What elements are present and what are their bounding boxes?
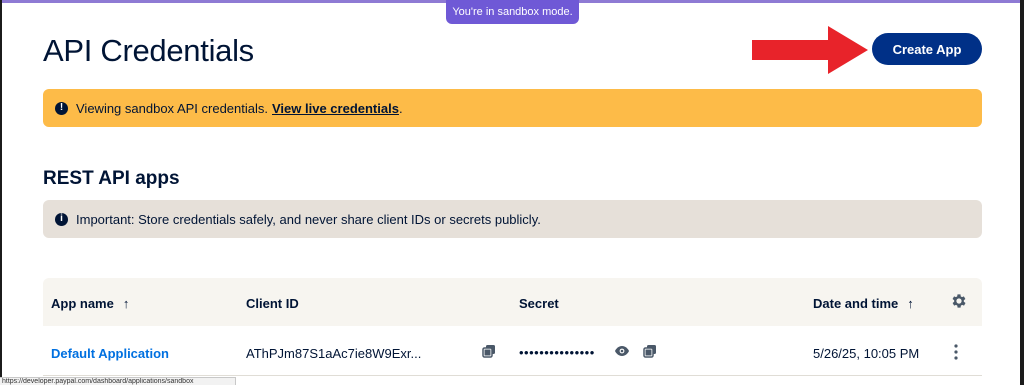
header-app-name[interactable]: App name ↑ (51, 296, 129, 311)
secret-masked-value: ••••••••••••••• (519, 345, 595, 360)
sandbox-mode-text: You're in sandbox mode. (452, 6, 573, 18)
header-app-name-label: App name (51, 296, 114, 311)
copy-icon[interactable] (482, 344, 496, 358)
header-date-time[interactable]: Date and time ↑ (813, 296, 914, 311)
alert-exclamation-icon: ! (55, 101, 68, 115)
kebab-menu-icon[interactable] (954, 344, 958, 360)
sandbox-mode-badge: You're in sandbox mode. (446, 0, 579, 24)
copy-icon[interactable] (643, 344, 657, 358)
sort-up-icon[interactable]: ↑ (123, 296, 130, 311)
view-live-credentials-link[interactable]: View live credentials (272, 101, 399, 116)
date-time-value: 5/26/25, 10:05 PM (813, 346, 920, 361)
window-frame-right (1020, 0, 1024, 385)
header-date-time-label: Date and time (813, 296, 899, 311)
header-secret: Secret (519, 296, 559, 311)
header-client-id: Client ID (246, 296, 299, 311)
window-frame-left (0, 0, 2, 385)
gear-icon[interactable] (950, 292, 968, 310)
info-text: Important: Store credentials safely, and… (76, 211, 541, 227)
page-title: API Credentials (43, 33, 254, 68)
section-title: REST API apps (43, 168, 180, 189)
sandbox-warning-alert: ! Viewing sandbox API credentials. View … (43, 89, 982, 127)
table-header: App name ↑ Client ID Secret Date and time… (43, 278, 982, 326)
info-icon: i (55, 212, 68, 226)
client-id-value: AThPJm87S1aAc7ie8W9Exr... (246, 346, 422, 361)
warning-suffix: . (398, 100, 403, 116)
create-app-label: Create App (892, 41, 962, 57)
important-info-alert: i Important: Store credentials safely, a… (43, 200, 982, 238)
red-arrow-annotation (752, 26, 868, 74)
status-bar-url: https://developer.paypal.com/dashboard/a… (0, 377, 236, 385)
table-row: Default Application AThPJm87S1aAc7ie8W9E… (43, 326, 982, 376)
warning-text: Viewing sandbox API credentials. (76, 100, 268, 116)
sort-up-icon[interactable]: ↑ (907, 296, 914, 311)
create-app-button[interactable]: Create App (872, 33, 982, 65)
app-name-link[interactable]: Default Application (51, 346, 169, 361)
eye-icon[interactable] (615, 346, 629, 356)
